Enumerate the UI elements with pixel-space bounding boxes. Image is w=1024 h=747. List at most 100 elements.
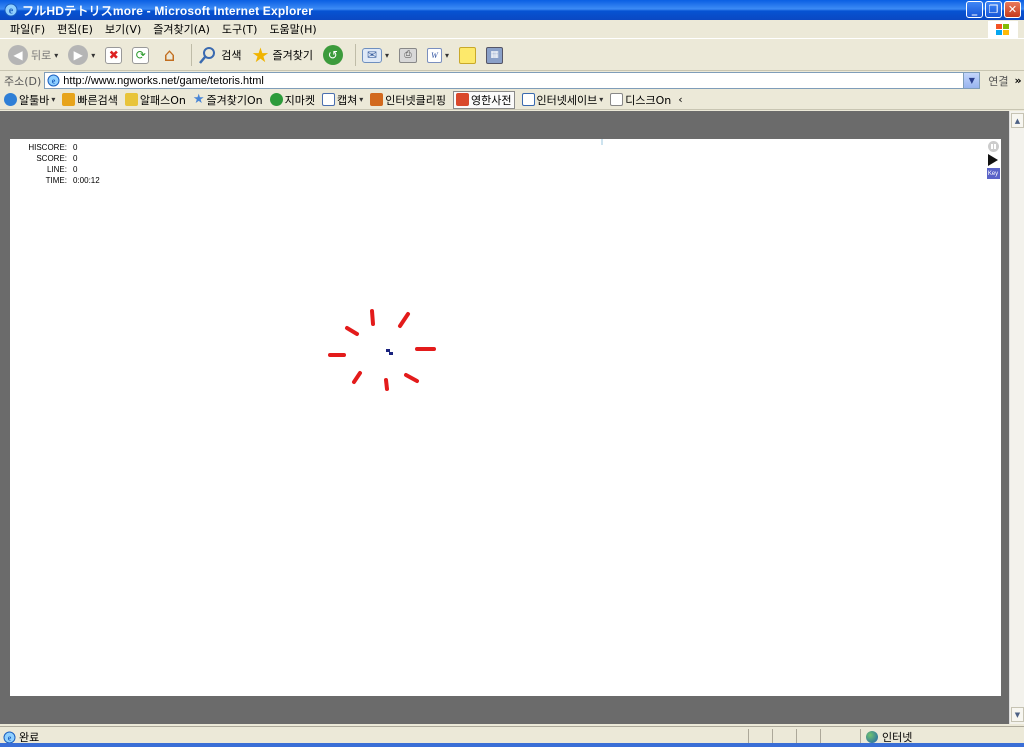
gmarket-link[interactable]: 지마켓 — [269, 92, 316, 108]
page-icon: e — [47, 74, 60, 87]
note-button[interactable] — [457, 43, 478, 67]
tetris-game-area[interactable]: HISCORE: 0 SCORE: 0 LINE: 0 TIME: 0:00:1… — [10, 139, 1001, 696]
alttoolbar-dropdown-icon: ▾ — [51, 95, 56, 104]
alpass-link[interactable]: 알패스On — [124, 92, 186, 108]
alpass-label: 알패스On — [139, 93, 186, 107]
search-label: 검색 — [221, 49, 242, 62]
mail-dropdown-icon[interactable]: ▾ — [385, 51, 389, 60]
internet-save-menu[interactable]: 인터넷세이브 ▾ — [521, 92, 604, 108]
capture-dropdown-icon: ▾ — [359, 95, 364, 104]
favorites-star-icon: ★ — [251, 43, 270, 67]
quick-search-label: 빠른검색 — [77, 93, 118, 107]
refresh-button[interactable]: ⟳ — [130, 43, 151, 67]
stat-score: SCORE: 0 — [18, 153, 100, 164]
disk-on-link[interactable]: 디스크On — [610, 92, 671, 108]
spinner-stroke — [352, 371, 362, 384]
address-url: http://www.ngworks.net/game/tetoris.html — [63, 74, 264, 87]
alttoolbar-menu[interactable]: 알툴바 ▾ — [4, 92, 55, 108]
alttoolbar-label: 알툴바 — [19, 93, 50, 107]
favorites-label: 즐겨찾기 — [272, 49, 313, 62]
home-button[interactable]: ⌂ — [157, 43, 181, 67]
favorites-button[interactable]: ★ 즐겨찾기 — [250, 43, 315, 67]
clipping-link[interactable]: 인터넷클리핑 — [370, 92, 446, 108]
stat-value: 0 — [73, 154, 78, 163]
stat-value: 0 — [73, 143, 78, 152]
stop-icon: ✖ — [105, 46, 123, 64]
refresh-icon: ⟳ — [132, 46, 150, 64]
standard-toolbar: ◀ 뒤로 ▾ ▶ ▾ ✖ ⟳ ⌂ 검색 ★ 즐겨찾기 ↺ ✉ ▾ ⎙ W ▾ ▦ — [0, 40, 1024, 71]
links-overflow-label: ‹ — [678, 93, 683, 106]
printer-icon: ⎙ — [398, 47, 417, 63]
menu-favorites[interactable]: 즐겨찾기(A) — [147, 21, 216, 37]
menu-tools[interactable]: 도구(T) — [216, 21, 264, 37]
messenger-button[interactable]: ▦ — [484, 43, 505, 67]
scroll-down-icon[interactable]: ▼ — [1011, 707, 1024, 722]
edit-button[interactable]: W ▾ — [425, 43, 451, 67]
sticky-note-icon — [458, 46, 476, 64]
gmarket-label: 지마켓 — [284, 93, 316, 107]
title-bar: e フルHDテトリスmore - Microsoft Internet Expl… — [0, 0, 1024, 20]
dictionary-link[interactable]: 영한사전 — [453, 90, 515, 109]
quick-search-link[interactable]: 빠른검색 — [62, 92, 118, 108]
spinner-stroke — [345, 326, 359, 336]
pause-icon[interactable] — [987, 141, 999, 152]
internet-save-dropdown-icon: ▾ — [599, 95, 604, 104]
edit-dropdown-icon[interactable]: ▾ — [445, 51, 449, 60]
restore-button[interactable]: ❐ — [985, 1, 1002, 18]
globe-icon — [866, 731, 878, 743]
window-controls: _ ❐ ✕ — [966, 1, 1021, 18]
back-button[interactable]: ◀ 뒤로 ▾ — [6, 43, 60, 67]
mail-button[interactable]: ✉ ▾ — [360, 43, 391, 67]
toolbar-separator — [354, 44, 356, 66]
top-marker — [601, 139, 603, 145]
back-arrow-icon: ◀ — [8, 45, 28, 65]
stat-value: 0:00:12 — [73, 176, 100, 185]
close-button[interactable]: ✕ — [1004, 1, 1021, 18]
search-button[interactable]: 검색 — [196, 43, 243, 67]
dictionary-label: 영한사전 — [471, 93, 512, 107]
history-button[interactable]: ↺ — [321, 43, 345, 67]
capture-icon — [322, 93, 336, 106]
stat-time: TIME: 0:00:12 — [18, 175, 100, 186]
links-overflow-button[interactable]: ‹ — [678, 93, 682, 106]
game-piece — [386, 349, 390, 352]
clipping-label: 인터넷클리핑 — [385, 93, 447, 107]
game-controls: Key — [986, 141, 1000, 179]
mail-icon: ✉ — [361, 47, 382, 63]
page-viewport: HISCORE: 0 SCORE: 0 LINE: 0 TIME: 0:00:1… — [0, 111, 1009, 724]
menu-view[interactable]: 보기(V) — [99, 21, 147, 37]
back-label: 뒤로 — [31, 49, 52, 62]
capture-label: 캡쳐 — [337, 93, 358, 107]
menu-bar: 파일(F) 편집(E) 보기(V) 즐겨찾기(A) 도구(T) 도움말(H) — [0, 20, 1024, 39]
back-dropdown-icon[interactable]: ▾ — [54, 51, 58, 60]
favorites-on-link[interactable]: ★ 즐겨찾기On — [193, 92, 263, 108]
svg-text:e: e — [8, 733, 12, 742]
menu-edit[interactable]: 편집(E) — [51, 21, 99, 37]
toolbar-separator — [191, 44, 193, 66]
menu-file[interactable]: 파일(F) — [4, 21, 51, 37]
search-icon — [199, 47, 216, 64]
address-input[interactable]: e http://www.ngworks.net/game/tetoris.ht… — [44, 72, 981, 89]
vertical-scrollbar[interactable]: ▲ ▼ — [1009, 111, 1024, 724]
minimize-button[interactable]: _ — [966, 1, 983, 18]
svg-text:e: e — [52, 77, 56, 86]
key-config-button[interactable]: Key — [986, 168, 1000, 179]
links-toolbar: 알툴바 ▾ 빠른검색 알패스On ★ 즐겨찾기On 지마켓 캡쳐 ▾ 인터넷클리… — [0, 90, 1024, 110]
svg-text:e: e — [9, 6, 14, 17]
spinner-stroke — [398, 312, 410, 328]
print-button[interactable]: ⎙ — [397, 43, 419, 67]
scroll-up-icon[interactable]: ▲ — [1011, 113, 1024, 128]
forward-dropdown-icon[interactable]: ▾ — [91, 51, 95, 60]
stat-value: 0 — [73, 165, 78, 174]
stat-line: LINE: 0 — [18, 164, 100, 175]
loading-spinner — [328, 309, 436, 391]
capture-menu[interactable]: 캡쳐 ▾ — [322, 92, 363, 108]
address-dropdown-icon[interactable]: ▼ — [963, 73, 980, 88]
go-button[interactable]: 연결 — [988, 73, 1008, 89]
forward-button[interactable]: ▶ ▾ — [66, 43, 97, 67]
stop-button[interactable]: ✖ — [103, 43, 124, 67]
blue-star-icon: ★ — [192, 92, 205, 107]
menu-help[interactable]: 도움말(H) — [263, 21, 322, 37]
play-icon[interactable] — [988, 154, 998, 166]
toolbar-overflow-chevron[interactable]: » — [1015, 74, 1022, 87]
